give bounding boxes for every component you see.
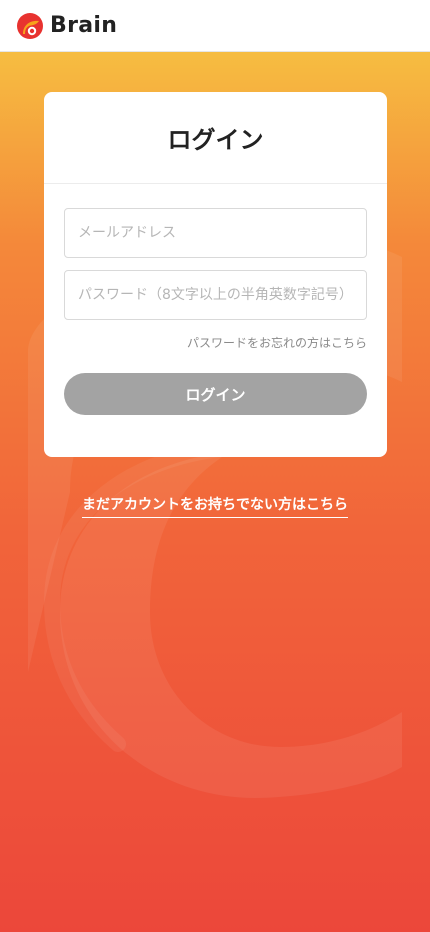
login-form: パスワードをお忘れの方はこちら ログイン [44,184,387,415]
login-title: ログイン [44,92,387,184]
register-link-container: まだアカウントをお持ちでない方はこちら [0,494,430,518]
login-button[interactable]: ログイン [64,373,367,415]
login-card: ログイン パスワードをお忘れの方はこちら ログイン [44,92,387,457]
password-field[interactable] [64,270,367,320]
register-link[interactable]: まだアカウントをお持ちでない方はこちら [82,494,348,518]
forgot-password-link[interactable]: パスワードをお忘れの方はこちら [64,334,367,351]
email-field[interactable] [64,208,367,258]
login-hero: ログイン パスワードをお忘れの方はこちら ログイン まだアカウントをお持ちでない… [0,52,430,932]
brand-logo[interactable]: Brain [16,12,117,40]
brand-name: Brain [50,13,118,38]
app-header: Brain [0,0,430,52]
brain-logo-icon [17,12,43,39]
